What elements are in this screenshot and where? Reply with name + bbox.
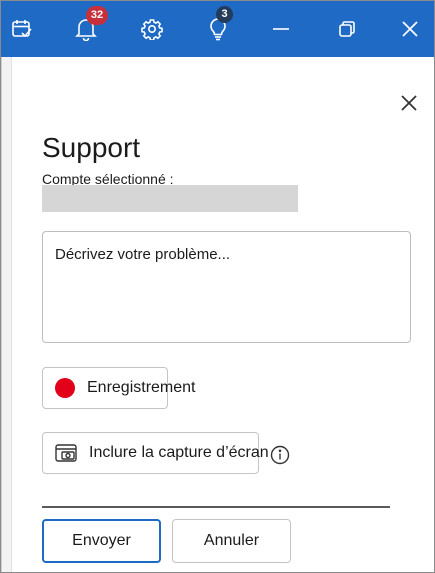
notifications-button[interactable]: 32 xyxy=(62,0,110,57)
tips-button[interactable]: 3 xyxy=(196,0,240,57)
panel-close-button[interactable] xyxy=(398,92,420,114)
minimize-button[interactable] xyxy=(262,0,300,57)
include-screenshot-label: Inclure la capture d’écran xyxy=(89,444,269,461)
page-title: Support xyxy=(42,132,141,163)
selected-account-field[interactable] xyxy=(42,185,298,212)
restore-icon xyxy=(338,20,356,38)
window-left-edge xyxy=(0,57,12,573)
tips-badge: 3 xyxy=(216,6,233,23)
window-close-button[interactable] xyxy=(391,0,429,57)
divider xyxy=(42,506,390,508)
record-button[interactable]: Enregistrement xyxy=(42,367,196,409)
info-icon[interactable] xyxy=(270,445,290,465)
title-bar: 32 3 xyxy=(0,0,435,57)
send-button-label: Envoyer xyxy=(72,532,131,549)
problem-description-input[interactable] xyxy=(42,231,411,343)
close-icon xyxy=(398,95,420,118)
record-button-label: Enregistrement xyxy=(87,379,196,396)
gear-icon xyxy=(141,18,163,40)
settings-button[interactable] xyxy=(130,0,174,57)
cancel-button-label: Annuler xyxy=(203,532,260,549)
minimize-icon xyxy=(272,20,290,38)
restore-button[interactable] xyxy=(328,0,366,57)
screenshot-icon xyxy=(55,443,77,463)
notifications-badge: 32 xyxy=(86,6,108,25)
record-dot-icon xyxy=(55,378,75,398)
calendar-check-button[interactable] xyxy=(0,0,44,57)
include-screenshot-button[interactable]: Inclure la capture d’écran xyxy=(42,432,269,474)
calendar-check-icon xyxy=(11,18,33,40)
close-icon xyxy=(401,20,419,38)
cancel-button[interactable]: Annuler xyxy=(172,519,291,563)
send-button[interactable]: Envoyer xyxy=(42,519,161,563)
